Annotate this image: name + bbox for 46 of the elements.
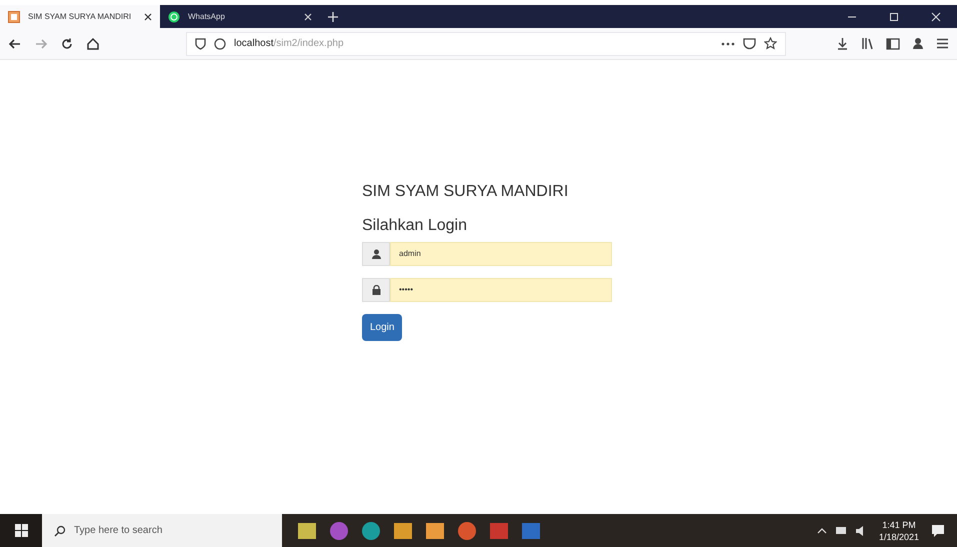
login-heading: Silahkan Login (362, 216, 468, 236)
taskbar-app-icon[interactable] (426, 522, 444, 538)
close-icon[interactable] (144, 12, 152, 20)
taskbar-search-field[interactable]: Type here to search (42, 514, 282, 547)
search-icon (54, 524, 66, 536)
clock-date: 1/18/2021 (878, 530, 919, 542)
chevron-up-icon[interactable] (816, 528, 827, 534)
chat-bubble-icon (168, 10, 180, 22)
page-icon (8, 10, 20, 22)
home-icon[interactable] (86, 36, 100, 50)
address-bar[interactable]: localhost/sim2/index.php (186, 32, 786, 56)
sidebar-icon[interactable] (886, 38, 900, 50)
user-icon (372, 249, 380, 259)
site-title: SIM SYAM SURYA MANDIRI (362, 182, 570, 202)
reload-icon[interactable] (60, 36, 74, 50)
notification-icon[interactable] (931, 524, 945, 538)
start-button[interactable] (0, 514, 42, 547)
account-icon[interactable] (912, 37, 924, 50)
login-button[interactable]: Login (362, 314, 402, 341)
tab-title: SIM SYAM SURYA MANDIRI (28, 10, 132, 22)
lock-icon (372, 285, 380, 295)
search-placeholder: Type here to search (74, 524, 162, 538)
new-tab-icon[interactable] (328, 12, 338, 22)
taskbar-app-icon[interactable] (394, 522, 412, 538)
shield-icon (195, 38, 206, 50)
network-icon[interactable] (834, 526, 847, 536)
taskbar-app-icon[interactable] (362, 522, 380, 540)
password-field[interactable]: ••••• (390, 278, 612, 302)
back-icon[interactable] (8, 36, 22, 50)
page-icon (214, 38, 226, 50)
windows-icon (14, 524, 28, 537)
more-icon[interactable] (721, 40, 735, 46)
pocket-icon[interactable] (743, 38, 756, 50)
library-icon[interactable] (861, 37, 874, 50)
taskbar-app-icon[interactable] (330, 522, 348, 540)
browser-tab[interactable]: SIM SYAM SURYA MANDIRI (0, 5, 160, 28)
tab-title: WhatsApp (188, 10, 226, 22)
clock-time: 1:41 PM (882, 518, 916, 530)
taskbar-app-icon[interactable] (298, 522, 316, 538)
maximize-icon[interactable] (889, 12, 899, 22)
url-text: localhost/sim2/index.php (234, 37, 344, 51)
download-icon[interactable] (836, 37, 849, 50)
taskbar-app-icon[interactable] (458, 522, 476, 540)
star-icon[interactable] (764, 37, 777, 50)
username-field[interactable]: admin (390, 242, 612, 266)
menu-icon[interactable] (936, 38, 949, 49)
